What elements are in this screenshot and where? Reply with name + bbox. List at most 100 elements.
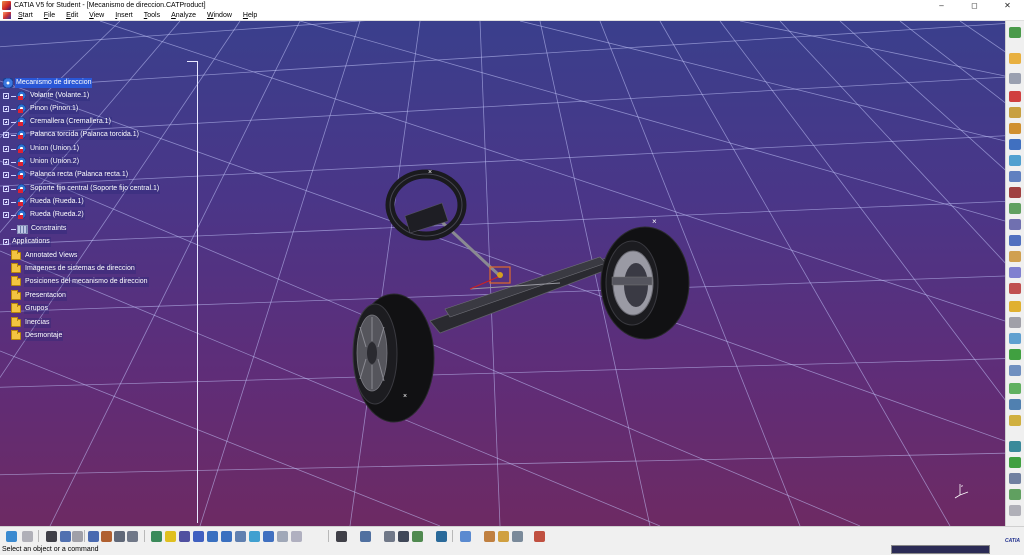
rotate-icon[interactable] [193,531,204,542]
tree-item-applications[interactable]: Applications [3,236,51,248]
tree-item-constraints[interactable]: Constraints [3,223,68,235]
clash-icon[interactable] [1009,235,1021,246]
render-style-icon[interactable] [263,531,274,542]
workbench-icon[interactable] [1009,27,1021,38]
fly-mode-icon[interactable] [151,531,162,542]
light-icon[interactable] [412,531,423,542]
offset-constraint-icon[interactable] [1009,283,1021,294]
tree-folder-posiciones[interactable]: Posiciones del mecanismo de direccion [11,276,149,288]
tree-folder-presentacion[interactable]: Presentacion [11,290,67,302]
reuse-pattern-icon[interactable] [1009,399,1021,410]
exploded-view-icon[interactable] [384,531,395,542]
tree-item-union-1[interactable]: Union (Union.1) [3,143,81,155]
tree-item-union-2[interactable]: Union (Union.2) [3,156,81,168]
grid-icon[interactable] [534,531,545,542]
tree-item-cremallera[interactable]: Cremallera (Cremallera.1) [3,116,112,128]
manipulation-icon[interactable] [1009,187,1021,198]
tools-icon[interactable] [60,531,71,542]
menu-view[interactable]: View [84,12,110,19]
expand-icon[interactable] [3,172,9,178]
tree-folder-inercias[interactable]: Inercias [11,317,51,329]
tree-folder-grupos[interactable]: Grupos [11,303,49,315]
existing-component-icon[interactable] [1009,123,1021,134]
tree-item-palanca-recta[interactable]: Palanca recta (Palanca recta.1) [3,169,130,181]
space-analysis-icon[interactable] [1009,473,1021,484]
menu-edit[interactable]: Edit [61,12,84,19]
scenes-icon[interactable] [127,531,138,542]
expand-icon[interactable] [3,199,9,205]
tree-folder-annotated-views[interactable]: Annotated Views [11,250,79,262]
camera-icon[interactable] [512,531,523,542]
tree-item-palanca-torcida[interactable]: Palanca torcida (Palanca torcida.1) [3,129,140,141]
expand-icon[interactable] [3,212,9,218]
expand-icon[interactable] [3,186,9,192]
menu-analyze[interactable]: Analyze [166,12,202,19]
contact-constraint-icon[interactable] [1009,267,1021,278]
expand-icon[interactable] [3,159,9,165]
command-input[interactable] [891,545,990,554]
3d-viewport[interactable]: × × × Mecanismo de direccion Volante (Vo… [0,21,1005,526]
capture-icon[interactable] [101,531,112,542]
generate-numbering-icon[interactable] [1009,171,1021,182]
expand-icon[interactable] [3,132,9,138]
undo-icon[interactable] [6,531,17,542]
menu-file[interactable]: File [39,12,61,19]
zoom-out-icon[interactable] [221,531,232,542]
spiral-icon[interactable] [436,531,447,542]
new-part-icon[interactable] [1009,107,1021,118]
angle-constraint-icon[interactable] [1009,301,1021,312]
graph-tree-icon[interactable] [1009,155,1021,166]
tree-folder-desmontaje[interactable]: Desmontaje [11,330,64,342]
explode-icon[interactable] [1009,219,1021,230]
quick-view-icon[interactable] [249,531,260,542]
pan-icon[interactable] [179,531,190,542]
bill-of-material-icon[interactable] [114,531,125,542]
expand-icon[interactable] [3,106,9,112]
scene-icon[interactable] [1009,505,1021,516]
coincidence-constraint-icon[interactable] [1009,251,1021,262]
measure-icon[interactable] [1009,441,1021,452]
menu-window[interactable]: Window [202,12,238,19]
minimize-icon[interactable]: – [925,0,958,11]
tree-item-rueda-1[interactable]: Rueda (Rueda.1) [3,196,85,208]
axis-compass-icon[interactable]: z [952,481,972,501]
tree-folder-imagenes[interactable]: Imagenes de sistemas de direccion [11,263,136,275]
table-icon[interactable] [88,531,99,542]
formula-icon[interactable] [46,531,57,542]
redo-icon[interactable] [22,531,33,542]
catalog-icon[interactable] [72,531,83,542]
clash-analysis-icon[interactable] [398,531,409,542]
new-product-icon[interactable] [1009,91,1021,102]
fix-together-icon[interactable] [1009,333,1021,344]
fix-component-icon[interactable] [1009,317,1021,328]
save-icon[interactable] [336,531,347,542]
normal-view-icon[interactable] [235,531,246,542]
menu-tools[interactable]: Tools [139,12,166,19]
snap-icon[interactable] [1009,203,1021,214]
tree-item-volante[interactable]: Volante (Volante.1) [3,90,91,102]
sectioning-icon[interactable] [1009,457,1021,468]
annotation-icon[interactable] [1009,489,1021,500]
replace-component-icon[interactable] [1009,139,1021,150]
expand-icon[interactable] [3,119,9,125]
stop-manipulation-icon[interactable] [360,531,371,542]
menu-start[interactable]: Start [13,12,39,19]
fit-all-icon[interactable] [165,531,176,542]
swap-space-icon[interactable] [291,531,302,542]
select-icon[interactable] [1009,53,1021,64]
tree-item-pinon[interactable]: Pinon (Pinon.1) [3,103,80,115]
hide-show-icon[interactable] [277,531,288,542]
flexible-subassembly-icon[interactable] [1009,365,1021,376]
tree-item-rueda-2[interactable]: Rueda (Rueda.2) [3,209,85,221]
change-constraint-icon[interactable] [1009,383,1021,394]
close-icon[interactable]: ✕ [991,0,1024,11]
update-icon[interactable] [1009,415,1021,426]
material-icon[interactable] [484,531,495,542]
menu-help[interactable]: Help [238,12,263,19]
eraser-icon[interactable] [460,531,471,542]
apply-material-icon[interactable] [498,531,509,542]
menu-insert[interactable]: Insert [110,12,139,19]
zoom-in-icon[interactable] [207,531,218,542]
maximize-icon[interactable]: ◻ [958,0,991,11]
expand-icon[interactable] [3,93,9,99]
